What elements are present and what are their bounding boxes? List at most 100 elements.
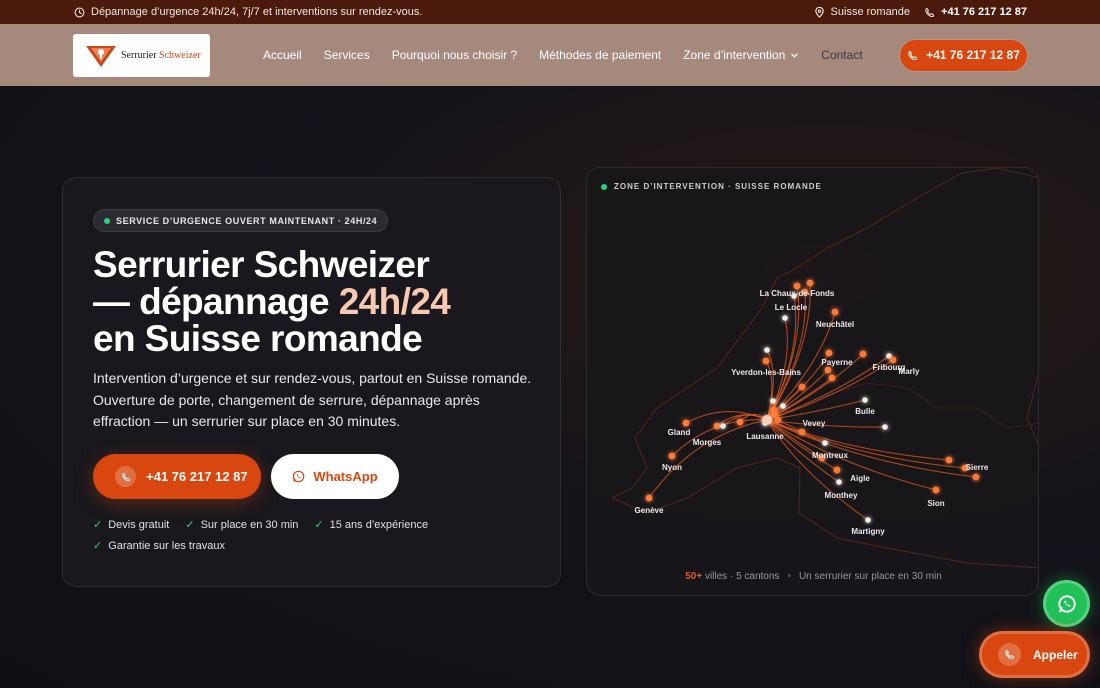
city-point (782, 315, 788, 321)
title-line-2: — dépannage (93, 281, 339, 322)
city-label: Monthey (825, 491, 858, 500)
phone-icon (115, 466, 136, 487)
city-point (770, 398, 776, 404)
whatsapp-icon (1057, 594, 1076, 613)
city-point (932, 486, 940, 494)
status-badge-text: SERVICE D’URGENCE OUVERT MAINTENANT · 24… (116, 215, 378, 226)
city-point (824, 366, 832, 374)
topbar-phone-link[interactable]: +41 76 217 12 87 (924, 6, 1027, 18)
nav-zone-label: Zone d’intervention (683, 48, 786, 62)
nav-call-button[interactable]: +41 76 217 12 87 (900, 39, 1027, 71)
city-point (859, 350, 867, 358)
map-footer: 50+ villes · 5 cantons • Un serrurier su… (587, 571, 1038, 582)
check-label: 15 ans d’expérience (329, 518, 429, 531)
nav-paiement[interactable]: Méthodes de paiement (539, 48, 661, 62)
check-icon: ✓ (93, 540, 103, 552)
status-badge: SERVICE D’URGENCE OUVERT MAINTENANT · 24… (93, 209, 389, 232)
city-point (736, 418, 744, 426)
city-label: Yverdon-les-Bains (731, 368, 801, 377)
check-icon: ✓ (185, 519, 195, 531)
city-point (762, 357, 770, 365)
nav-zone-dropdown[interactable]: Zone d’intervention (683, 48, 799, 62)
hero-whatsapp-label: WhatsApp (313, 469, 378, 484)
logo-word-1: Serrurier (121, 49, 157, 61)
phone-icon (908, 50, 918, 60)
city-label: Neuchâtel (816, 320, 854, 329)
clock-icon (74, 7, 85, 18)
city-label: Sion (927, 499, 944, 508)
city-label: Aigle (850, 474, 870, 483)
status-dot (104, 218, 110, 224)
city-label: Genève (635, 506, 664, 515)
topbar-location-text: Suisse romande (830, 6, 911, 18)
live-dot (601, 183, 607, 190)
city-point (668, 452, 676, 460)
title-line-3: en Suisse romande (93, 318, 423, 359)
city-point (831, 308, 839, 316)
city-point (764, 347, 770, 353)
city-point (862, 397, 868, 403)
city-point (682, 419, 690, 427)
city-label: Payerne (821, 358, 853, 367)
city-point (972, 473, 980, 481)
site-logo[interactable]: Serrurier Schweizer (73, 33, 210, 77)
check-icon: ✓ (93, 519, 103, 531)
nav-pourquoi[interactable]: Pourquoi nous choisir ? (392, 48, 517, 62)
route-line (766, 419, 977, 478)
city-label: Martigny (851, 527, 885, 536)
city-point (774, 416, 782, 424)
map-tagline: Un serrurier sur place en 30 min (798, 571, 942, 582)
city-point (822, 440, 828, 446)
city-point (645, 494, 653, 502)
city-point (720, 423, 726, 429)
city-point (770, 406, 778, 414)
feature-checklist: ✓ Devis gratuit ✓ Sur place en 30 min ✓ 15 … (93, 518, 533, 553)
nav-accueil[interactable]: Accueil (263, 48, 302, 62)
phone-icon (998, 643, 1021, 666)
logo-word-2: Schweizer (159, 49, 201, 61)
map-heading-text: ZONE D’INTERVENTION · SUISSE ROMANDE (614, 182, 822, 191)
nav-call-label: +41 76 217 12 87 (926, 48, 1020, 62)
chevron-down-icon (791, 53, 799, 58)
floating-call-button[interactable]: Appeler (979, 631, 1090, 678)
topbar-notice-text: Dépannage d’urgence 24h/24, 7j/7 et inte… (91, 6, 423, 18)
logo-wordmark: Serrurier Schweizer (121, 50, 201, 61)
city-point (798, 383, 806, 391)
check-item: ✓ Garantie sur les travaux (93, 539, 225, 553)
footer-separator: • (787, 571, 791, 582)
check-item: ✓ 15 ans d’expérience (314, 518, 429, 532)
check-label: Garantie sur les travaux (108, 539, 225, 552)
city-label: Gland (668, 428, 691, 437)
nav-contact[interactable]: Contact (821, 48, 862, 62)
shield-key-logo-icon (86, 46, 116, 67)
city-point (836, 479, 842, 485)
topbar-notice: Dépannage d’urgence 24h/24, 7j/7 et inte… (74, 6, 422, 18)
city-label: Montreux (812, 451, 849, 460)
nav-links: Accueil Services Pourquoi nous choisir ?… (263, 48, 863, 62)
top-info-bar: Dépannage d’urgence 24h/24, 7j/7 et inte… (0, 0, 1100, 24)
city-label: Marly (899, 367, 920, 376)
topbar-location: Suisse romande (814, 6, 911, 18)
city-point (798, 428, 806, 436)
floating-call-label: Appeler (1033, 647, 1078, 662)
route-line (685, 411, 768, 424)
city-point (833, 466, 841, 474)
hero-whatsapp-button[interactable]: WhatsApp (271, 454, 399, 499)
intervention-map: La Chaux-de-Fonds Le Locle Neuchâtel Payern… (610, 168, 1038, 569)
hero-call-button[interactable]: +41 76 217 12 87 (93, 454, 261, 499)
floating-whatsapp-button[interactable] (1043, 580, 1090, 627)
city-point (825, 349, 833, 357)
city-count-label: villes · 5 cantons (704, 571, 780, 582)
topbar-phone-text: +41 76 217 12 87 (941, 6, 1027, 18)
city-point (806, 279, 814, 287)
city-label: La Chaux-de-Fonds (760, 289, 835, 298)
city-point (865, 517, 871, 523)
city-label: Le Locle (775, 303, 808, 312)
city-label: Bulle (855, 407, 875, 416)
city-count: 50+ (685, 571, 703, 582)
city-label: Vevey (803, 419, 826, 428)
hub-point (762, 415, 772, 425)
nav-services[interactable]: Services (324, 48, 370, 62)
check-icon: ✓ (314, 519, 324, 531)
title-line-1: Serrurier Schweizer (93, 244, 430, 285)
